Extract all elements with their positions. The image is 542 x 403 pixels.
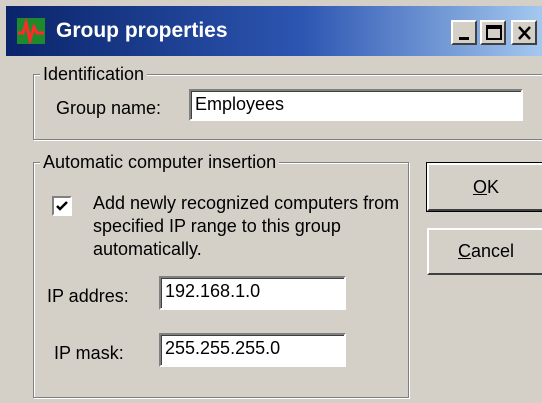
minimize-icon — [459, 37, 469, 40]
maximize-icon — [486, 25, 502, 40]
cancel-label: ancel — [470, 241, 515, 261]
cancel-mnemonic: C — [457, 241, 471, 261]
maximize-button[interactable] — [480, 20, 506, 45]
close-icon — [518, 26, 531, 40]
cancel-button[interactable]: Cancel — [427, 228, 542, 275]
ok-button[interactable]: OK — [426, 162, 542, 212]
identification-legend: Identification — [40, 63, 148, 85]
ok-label: K — [487, 177, 500, 197]
auto-add-checkbox[interactable] — [52, 196, 72, 216]
title-bar[interactable]: Group properties — [6, 6, 542, 56]
app-icon — [17, 18, 45, 44]
ip-address-label: IP addres: — [47, 286, 129, 306]
checkmark-icon — [56, 201, 68, 211]
group-name-input[interactable]: Employees — [189, 89, 523, 121]
minimize-button[interactable] — [451, 20, 477, 45]
window-title: Group properties — [56, 19, 228, 42]
ip-mask-input[interactable]: 255.255.255.0 — [159, 333, 346, 367]
auto-insertion-legend: Automatic computer insertion — [40, 151, 280, 173]
group-name-label: Group name: — [56, 98, 162, 118]
close-button[interactable] — [511, 20, 537, 45]
ip-mask-label: IP mask: — [54, 343, 124, 363]
auto-add-checkbox-label: Add newly recognized computers from spec… — [93, 193, 400, 259]
ok-mnemonic: O — [472, 177, 487, 197]
ip-address-input[interactable]: 192.168.1.0 — [159, 276, 346, 310]
